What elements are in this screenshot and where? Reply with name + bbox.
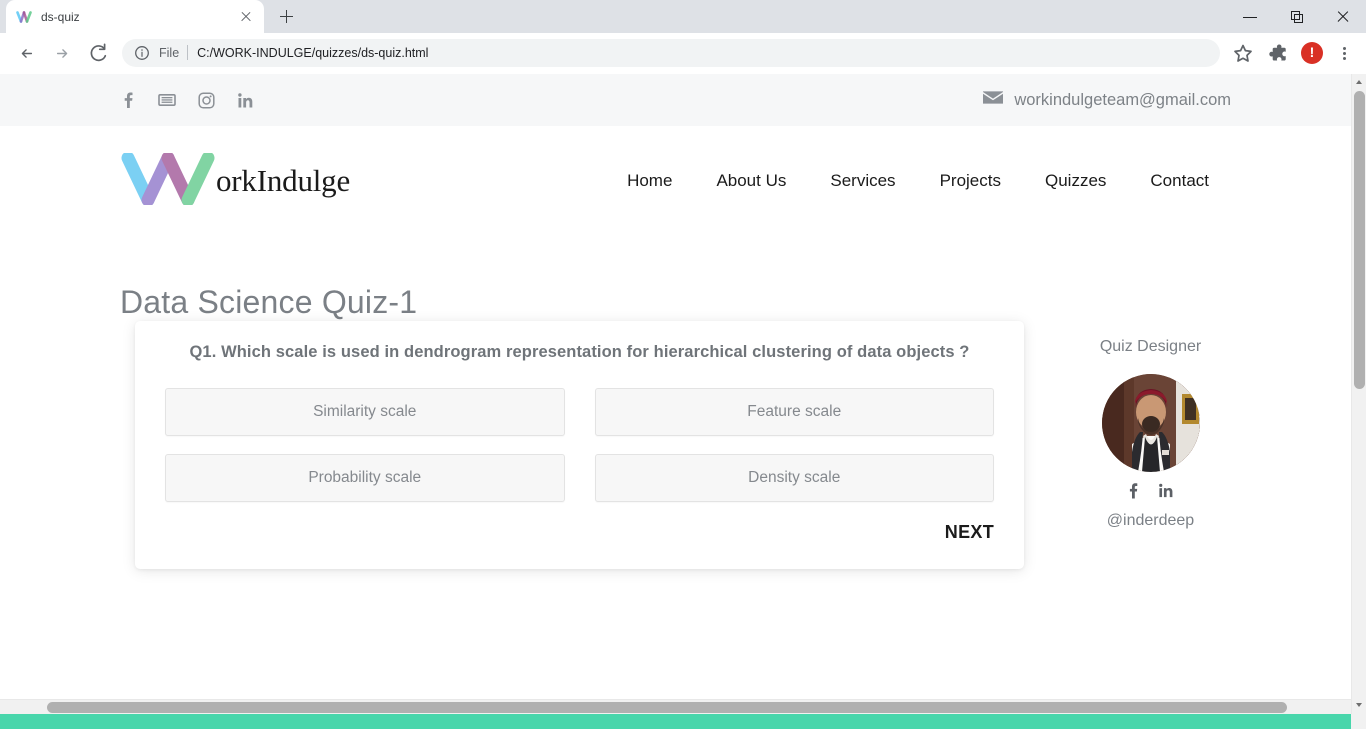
nav-item-services[interactable]: Services [808,171,917,191]
envelope-icon [983,90,1004,110]
tab-strip: ds-quiz [0,0,1366,33]
workindulge-w-favicon [16,9,32,25]
scrollbar-corner [1351,714,1366,729]
browser-window: ds-quiz File C:/WORK-INDULGE/quizzes/ds-… [0,0,1366,729]
facebook-icon[interactable] [1127,482,1140,504]
linkedin-icon[interactable] [237,92,254,109]
option-similarity-scale[interactable]: Similarity scale [165,388,565,436]
designer-social-links [1078,482,1223,504]
address-bar[interactable]: File C:/WORK-INDULGE/quizzes/ds-quiz.htm… [122,38,1220,67]
contact-email[interactable]: workindulgeteam@gmail.com [983,90,1231,110]
option-density-scale[interactable]: Density scale [594,454,994,502]
toolbar-actions [1226,39,1358,67]
site-topbar: workindulgeteam@gmail.com [0,74,1351,126]
horizontal-scrollbar[interactable] [0,699,1351,714]
card-footer: NEXT [165,522,994,543]
close-icon[interactable] [238,9,254,25]
nav-item-about-us[interactable]: About Us [694,171,808,191]
designer-title: Quiz Designer [1099,338,1202,355]
url-text: C:/WORK-INDULGE/quizzes/ds-quiz.html [197,45,429,60]
nav-item-home[interactable]: Home [605,171,694,191]
facebook-icon[interactable] [120,91,136,109]
page-content: Data Science Quiz-1 [0,284,1351,321]
three-dot-menu-icon[interactable] [1330,39,1358,67]
linkedin-icon[interactable] [1158,482,1174,504]
answer-options: Similarity scale Feature scale Probabili… [165,388,994,502]
arrow-forward-icon[interactable] [47,38,77,68]
designer-handle: @inderdeep [1106,512,1195,529]
main-navigation: Home About Us Services Projects Quizzes … [605,171,1231,191]
divider [187,45,189,60]
option-probability-scale[interactable]: Probability scale [165,454,565,502]
youtube-icon[interactable] [158,91,176,109]
scroll-down-arrow-icon[interactable] [1352,697,1366,714]
profile-avatar-alert[interactable] [1301,41,1323,64]
horizontal-scroll-thumb[interactable] [47,702,1287,713]
browser-tab[interactable]: ds-quiz [6,0,264,33]
option-feature-scale[interactable]: Feature scale [594,388,994,436]
instagram-icon[interactable] [198,91,215,109]
browser-toolbar: File C:/WORK-INDULGE/quizzes/ds-quiz.htm… [0,33,1366,73]
page-viewport: workindulgeteam@gmail.com orkIndulge Hom… [0,74,1366,729]
vertical-scroll-thumb[interactable] [1354,91,1365,389]
social-links [120,91,254,109]
site-logo[interactable]: orkIndulge [120,151,351,210]
arrow-back-icon[interactable] [11,38,41,68]
scroll-right-arrow-icon[interactable] [1334,700,1351,715]
minimize-icon[interactable] [1228,0,1274,33]
reload-icon[interactable] [83,38,113,68]
nav-item-projects[interactable]: Projects [918,171,1023,191]
workindulge-w-logo [120,151,220,210]
designer-photo-avatar [1101,374,1200,472]
scroll-up-arrow-icon[interactable] [1352,74,1366,91]
web-page: workindulgeteam@gmail.com orkIndulge Hom… [0,74,1351,729]
puzzle-piece-icon[interactable] [1263,39,1291,67]
logo-wordmark: orkIndulge [216,163,351,198]
nav-item-quizzes[interactable]: Quizzes [1023,171,1128,191]
window-close-icon[interactable] [1320,0,1366,33]
window-controls [1228,0,1366,33]
tab-title: ds-quiz [41,9,80,24]
maximize-icon[interactable] [1274,0,1320,33]
new-tab-button[interactable] [272,2,300,30]
vertical-scrollbar[interactable] [1351,74,1366,714]
page-title: Data Science Quiz-1 [120,284,418,320]
scroll-left-arrow-icon[interactable] [0,700,17,715]
info-circle-icon[interactable] [134,45,150,61]
star-icon[interactable] [1229,39,1257,67]
question-text: Q1. Which scale is used in dendrogram re… [189,343,970,361]
next-button[interactable]: NEXT [945,522,994,543]
nav-item-contact[interactable]: Contact [1128,171,1231,191]
site-header: orkIndulge Home About Us Services Projec… [0,126,1351,236]
url-scheme-label: File [159,45,180,60]
quiz-designer-panel: Quiz Designer @inderdeep [1078,338,1223,530]
quiz-card: Q1. Which scale is used in dendrogram re… [135,321,1024,569]
email-text: workindulgeteam@gmail.com [1014,90,1231,109]
